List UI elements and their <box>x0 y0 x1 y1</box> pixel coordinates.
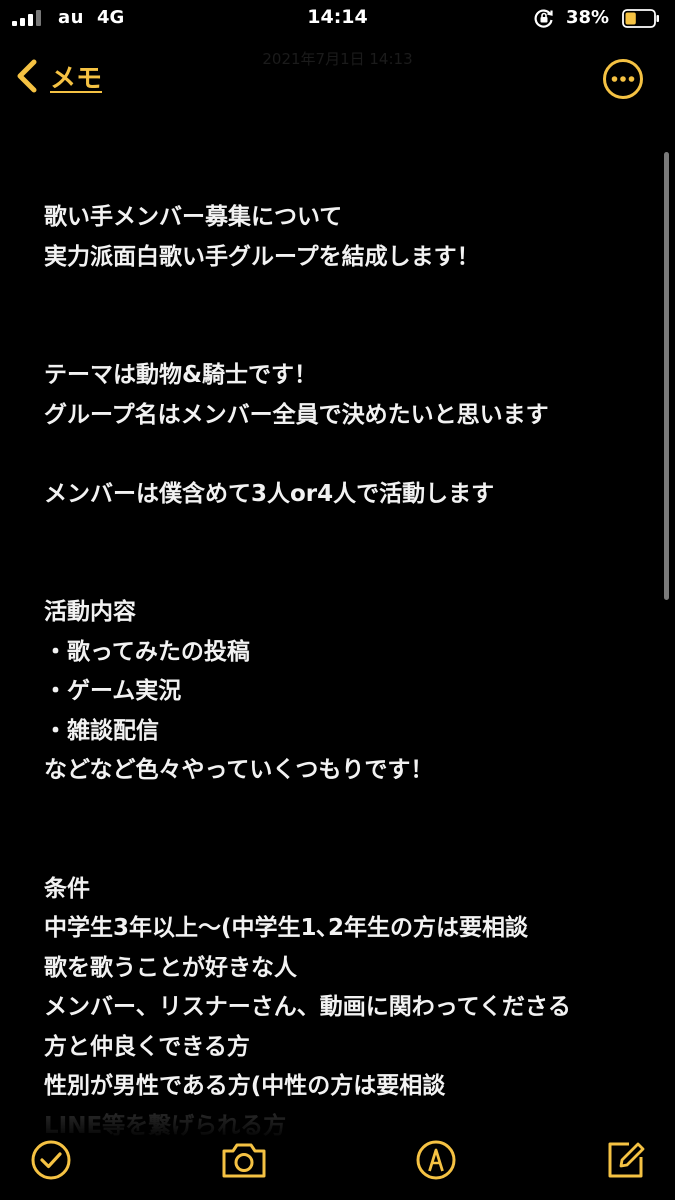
note-line: 歌い手メンバー募集について <box>44 204 343 230</box>
note-blank-line <box>44 317 644 357</box>
note-blank-line <box>44 791 644 831</box>
compose-icon[interactable] <box>603 1138 647 1182</box>
note-line: ・歌ってみたの投稿 <box>44 638 250 665</box>
note-line: などなど色々やっていくつもりです！ <box>44 757 434 783</box>
note-line: 方と仲良くできる方 <box>44 1033 250 1060</box>
bottom-toolbar <box>0 1110 675 1200</box>
chevron-left-icon <box>17 59 37 93</box>
note-blank-line <box>44 554 644 594</box>
note-line: メンバーは僕含めて3人or4人で活動します <box>44 480 495 507</box>
rotation-lock-icon <box>534 9 553 28</box>
status-bar: au 4G 14:14 38% <box>0 0 675 40</box>
note-line: 中学生3年以上〜(中学生1､2年生の方は要相談 <box>44 915 529 941</box>
markup-pen-icon[interactable] <box>414 1138 458 1182</box>
note-line: ・雑談配信 <box>44 717 159 744</box>
note-line: ・ゲーム実況 <box>44 678 182 704</box>
note-line: テーマは動物&騎士です！ <box>44 362 318 388</box>
battery-icon <box>622 9 659 28</box>
note-line: 性別が男性である方(中性の方は要相談 <box>44 1073 446 1099</box>
note-line: 実力派面白歌い手グループを結成します！ <box>44 243 480 270</box>
note-blank-line <box>44 514 644 554</box>
note-line: 歌を歌うことが好きな人 <box>44 954 297 981</box>
more-options-icon[interactable] <box>602 58 644 100</box>
note-line: メンバー、リスナーさん、動画に関わってくださる <box>44 994 571 1020</box>
note-line: グループ名はメンバー全員で決めたいと思います <box>44 401 549 428</box>
note-body[interactable]: 歌い手メンバー募集について実力派面白歌い手グループを結成します！ テーマは動物&騎… <box>44 198 644 1146</box>
checklist-icon[interactable] <box>29 1138 73 1182</box>
note-blank-line <box>44 277 644 317</box>
note-blank-line <box>44 435 644 475</box>
scrollbar[interactable] <box>664 152 669 600</box>
back-button-label: メモ <box>50 63 103 94</box>
battery-percentage: 38% <box>566 7 610 28</box>
back-button[interactable]: メモ <box>12 56 102 96</box>
note-blank-line <box>44 830 644 870</box>
camera-icon[interactable] <box>220 1138 268 1182</box>
note-line: 活動内容 <box>44 599 136 625</box>
note-line: 条件 <box>44 875 90 902</box>
